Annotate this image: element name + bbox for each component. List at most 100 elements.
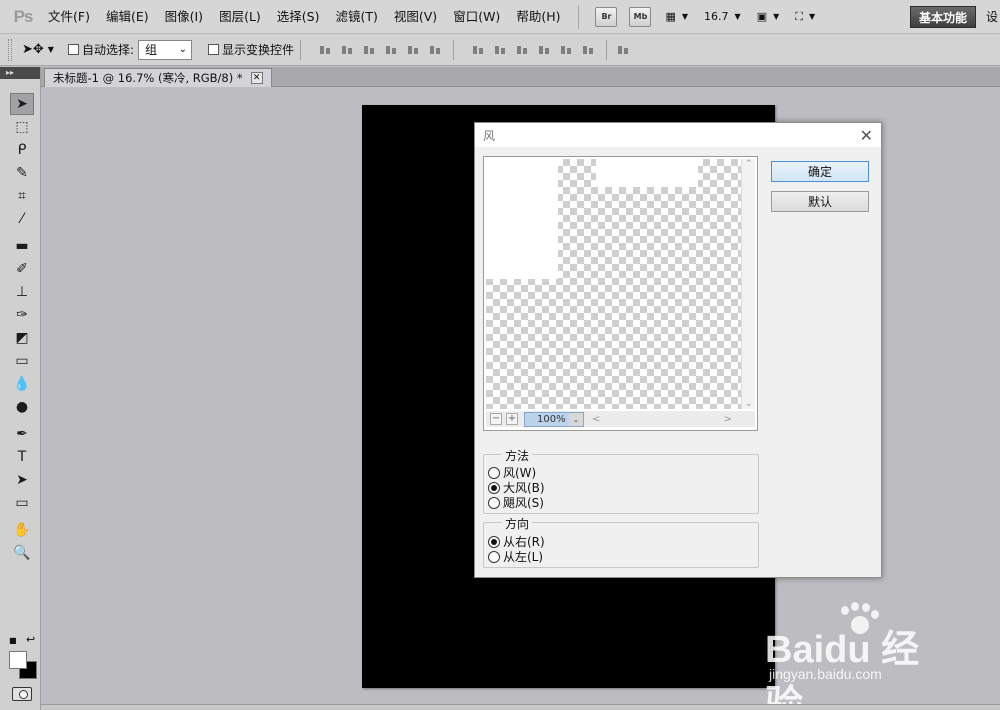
distribute-bottom-icon[interactable] (516, 43, 530, 57)
preview-vertical-scrollbar[interactable]: ⌃ ⌄ (741, 159, 755, 409)
menu-window[interactable]: 窗口(W) (445, 0, 508, 34)
workspace-essentials-button[interactable]: 基本功能 (909, 6, 976, 28)
type-icon[interactable]: T (10, 446, 34, 468)
method-option-stagger[interactable]: 飓风(S) (488, 494, 544, 511)
menu-edit[interactable]: 编辑(E) (98, 0, 157, 34)
foreground-color-swatch[interactable] (9, 651, 27, 669)
brush-icon[interactable]: ✐ (10, 258, 34, 280)
arrange-icon: ▣ (756, 10, 768, 23)
default-button[interactable]: 默认 (771, 191, 869, 212)
healing-brush-icon[interactable]: ▬ (10, 235, 34, 257)
film-icon: ▦ (665, 10, 676, 23)
preview-zoom-select[interactable]: 100% ⌄ (524, 411, 584, 427)
menu-select[interactable]: 选择(S) (269, 0, 328, 34)
close-icon[interactable]: ✕ (250, 72, 263, 84)
method-radio-stagger[interactable] (488, 496, 500, 509)
menu-filter[interactable]: 滤镜(T) (327, 0, 385, 34)
pen-icon[interactable]: ✒ (10, 423, 34, 445)
screen-mode-icon: ⛶ (795, 9, 803, 23)
preview-image[interactable] (486, 159, 741, 409)
tool-preset-picker[interactable]: ➤✥ ▼ (22, 42, 54, 57)
dodge-icon[interactable]: ● (10, 396, 34, 418)
menu-layer[interactable]: 图层(L) (211, 0, 269, 34)
align-vertical-centers-icon[interactable] (341, 43, 355, 57)
auto-select-option[interactable]: 自动选择: (67, 41, 134, 58)
menu-help[interactable]: 帮助(H) (508, 0, 568, 34)
marquee-icon[interactable]: ⬚ (10, 116, 34, 138)
zoom-in-icon[interactable]: + (506, 413, 518, 425)
options-bar-grip[interactable] (8, 38, 12, 61)
distribute-vertical-centers-icon[interactable] (494, 43, 508, 57)
dialog-titlebar[interactable]: 风 ✕ (475, 123, 881, 147)
preview-controls: − + 100% ⌄ < > (486, 411, 755, 427)
direction-radio-from-right[interactable] (488, 535, 500, 548)
tools-panel: ▸▸ ➤ ⬚ ᑭ ✎ ⌗ ⁄ ▬ ✐ ⊥ ✑ ◩ ▭ 💧 ● ✒ T ➤ ▭ ✋… (0, 67, 41, 710)
align-right-edges-icon[interactable] (429, 43, 443, 57)
hand-icon[interactable]: ✋ (10, 519, 34, 541)
document-tab[interactable]: 未标题-1 @ 16.7% (寒冷, RGB/8) * ✕ (44, 68, 272, 87)
zoom-level-value: 16.7 (704, 10, 729, 23)
view-extras-dropdown[interactable]: ▦ ▼ (665, 10, 688, 23)
scroll-down-icon[interactable]: ⌄ (745, 399, 753, 409)
gradient-icon[interactable]: ▭ (10, 350, 34, 372)
eyedropper-icon[interactable]: ⁄ (10, 208, 34, 230)
blur-icon[interactable]: 💧 (10, 373, 34, 395)
workspace-clipped-label[interactable]: 设 (986, 8, 998, 25)
auto-select-target-select[interactable]: 组 ⌄ (138, 39, 192, 60)
default-colors-icon[interactable]: ■ (9, 636, 17, 645)
clone-stamp-icon[interactable]: ⊥ (10, 281, 34, 303)
screen-mode-dropdown[interactable]: ⛶ ▼ (795, 10, 815, 24)
arrange-documents-dropdown[interactable]: ▣ ▼ (757, 10, 780, 23)
path-selection-icon[interactable]: ➤ (10, 469, 34, 491)
auto-select-checkbox[interactable] (67, 44, 79, 55)
filter-preview[interactable]: ⌃ ⌄ − + 100% ⌄ < > (483, 156, 758, 431)
close-icon[interactable]: ✕ (860, 126, 873, 145)
method-group: 方法 风(W) 大风(B) 飓风(S) (483, 447, 759, 514)
direction-radio-from-left[interactable] (488, 550, 500, 563)
menu-image[interactable]: 图像(I) (157, 0, 211, 34)
align-bottom-edges-icon[interactable] (363, 43, 377, 57)
align-left-edges-icon[interactable] (385, 43, 399, 57)
swap-colors-icon[interactable]: ↩ (26, 633, 35, 646)
method-radio-wind[interactable] (488, 466, 500, 479)
method-radio-blast[interactable] (488, 481, 500, 494)
ok-button[interactable]: 确定 (771, 161, 869, 182)
quick-select-icon[interactable]: ✎ (10, 162, 34, 184)
scroll-left-icon[interactable]: < (592, 414, 600, 425)
zoom-out-icon[interactable]: − (490, 413, 502, 425)
zoom-level-dropdown[interactable]: 16.7 ▼ (704, 10, 741, 23)
history-brush-icon[interactable]: ✑ (10, 304, 34, 326)
move-icon[interactable]: ➤ (10, 93, 34, 115)
auto-align-layers-icon[interactable] (617, 43, 631, 57)
auto-select-target-value: 组 (145, 43, 158, 57)
preview-content-block (486, 159, 558, 279)
show-transform-option[interactable]: 显示变换控件 (208, 41, 294, 58)
distribute-top-icon[interactable] (472, 43, 486, 57)
bridge-button[interactable]: Br (595, 6, 618, 27)
direction-option-from-left[interactable]: 从左(L) (488, 548, 543, 565)
menu-view[interactable]: 视图(V) (386, 0, 445, 34)
quick-mask-icon[interactable] (12, 687, 32, 701)
options-bar: ➤✥ ▼ 自动选择: 组 ⌄ 显示变换控件 (0, 34, 1000, 66)
preview-horizontal-scrollbar[interactable]: < > (592, 414, 732, 425)
menu-file[interactable]: 文件(F) (40, 0, 98, 34)
show-transform-checkbox[interactable] (208, 44, 219, 55)
scroll-up-icon[interactable]: ⌃ (745, 159, 753, 169)
eraser-icon[interactable]: ◩ (10, 327, 34, 349)
distribute-horizontal-centers-icon[interactable] (560, 43, 574, 57)
align-top-edges-icon[interactable] (319, 43, 333, 57)
tools-panel-header[interactable]: ▸▸ (0, 67, 40, 79)
distribute-left-icon[interactable] (538, 43, 552, 57)
align-buttons (315, 43, 447, 57)
distribute-right-icon[interactable] (582, 43, 596, 57)
preview-content-block (596, 159, 698, 187)
lasso-icon[interactable]: ᑭ (10, 139, 34, 161)
chevron-down-icon: ▼ (773, 12, 780, 21)
crop-icon[interactable]: ⌗ (10, 185, 34, 207)
scroll-right-icon[interactable]: > (724, 414, 732, 425)
rectangle-shape-icon[interactable]: ▭ (10, 492, 34, 514)
mini-bridge-button[interactable]: Mb (629, 6, 652, 27)
align-horizontal-centers-icon[interactable] (407, 43, 421, 57)
zoom-icon[interactable]: 🔍 (10, 542, 34, 564)
chevron-down-icon: ▼ (808, 12, 816, 21)
